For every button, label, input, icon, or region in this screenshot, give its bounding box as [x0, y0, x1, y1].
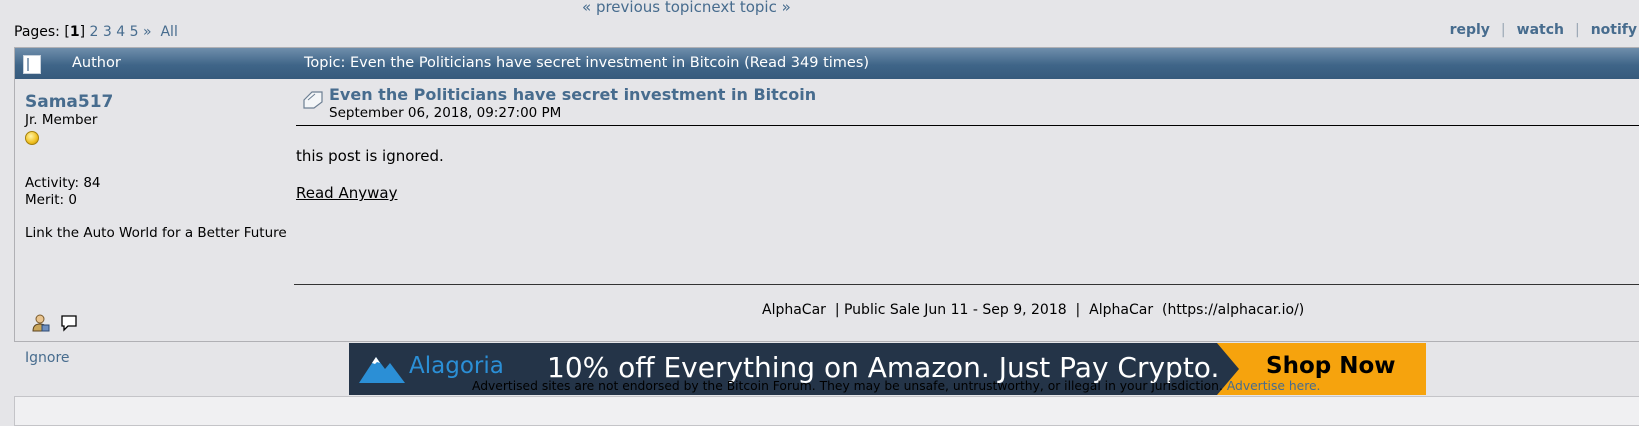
previous-topic-link[interactable]: « previous topic: [582, 0, 702, 16]
page-link-3[interactable]: 3: [103, 24, 112, 40]
post-date: September 06, 2018, 09:27:00 PM: [329, 105, 562, 121]
reply-link[interactable]: reply: [1450, 22, 1490, 38]
merit-count: Merit: 0: [25, 192, 77, 208]
profile-icon[interactable]: [32, 314, 50, 336]
page-link-4[interactable]: 4: [116, 24, 125, 40]
signature-divider: [294, 284, 1639, 285]
shop-now-button[interactable]: Shop Now: [1266, 353, 1396, 379]
disclaimer-text: Advertised sites are not endorsed by the…: [472, 379, 1223, 393]
page-link-2[interactable]: 2: [90, 24, 99, 40]
signature: AlphaCar | Public Sale Jun 11 - Sep 9, 2…: [762, 302, 1305, 318]
mountain-logo-icon: [359, 353, 407, 389]
poster-name-link[interactable]: Sama517: [25, 92, 305, 112]
activity-count: Activity: 84: [25, 175, 101, 191]
poster-icons: [32, 314, 84, 336]
next-post-frame: [14, 396, 1639, 426]
separator: |: [1574, 22, 1580, 38]
coin-icon: [25, 131, 39, 145]
message-icon[interactable]: [60, 314, 78, 336]
advertise-here-link[interactable]: Advertise here.: [1227, 379, 1321, 393]
ad-disclaimer: Advertised sites are not endorsed by the…: [472, 379, 1320, 393]
topic-title-header: Topic: Even the Politicians have secret …: [304, 55, 870, 71]
topic-navigation: « previous topicnext topic »: [582, 0, 791, 16]
member-rank: Jr. Member: [25, 112, 98, 128]
all-pages-link[interactable]: All: [160, 24, 177, 40]
post-title-link[interactable]: Even the Politicians have secret investm…: [329, 85, 816, 104]
next-topic-link[interactable]: next topic »: [702, 0, 791, 16]
post-icon: [302, 90, 326, 114]
ad-brand: Alagoria: [409, 353, 504, 379]
author-column-label: Author: [72, 55, 121, 71]
personal-text: Link the Auto World for a Better Future: [25, 225, 287, 241]
pagination: Pages: [1] 2 3 4 5 » All: [14, 24, 178, 40]
next-pages-link[interactable]: »: [143, 24, 152, 40]
ignore-user-link[interactable]: Ignore: [25, 350, 70, 366]
topic-header: Author Topic: Even the Politicians have …: [15, 48, 1639, 79]
divider: [296, 125, 1639, 126]
watch-link[interactable]: watch: [1517, 22, 1564, 38]
poster-info: Sama517 Jr. Member Activity: 84 Merit: 0…: [25, 92, 305, 242]
page-link-5[interactable]: 5: [130, 24, 139, 40]
current-page: 1: [69, 24, 80, 40]
pages-label-close: ]: [79, 24, 86, 40]
notify-link[interactable]: notify: [1591, 22, 1637, 38]
topic-actions: reply | watch | notify: [1450, 22, 1637, 38]
ignored-notice: this post is ignored.: [296, 147, 444, 165]
read-anyway-link[interactable]: Read Anyway: [296, 184, 397, 202]
pages-label: Pages: [: [14, 24, 70, 40]
topic-icon: [23, 55, 41, 74]
topic-table: Author Topic: Even the Politicians have …: [14, 47, 1639, 366]
separator: |: [1500, 22, 1506, 38]
